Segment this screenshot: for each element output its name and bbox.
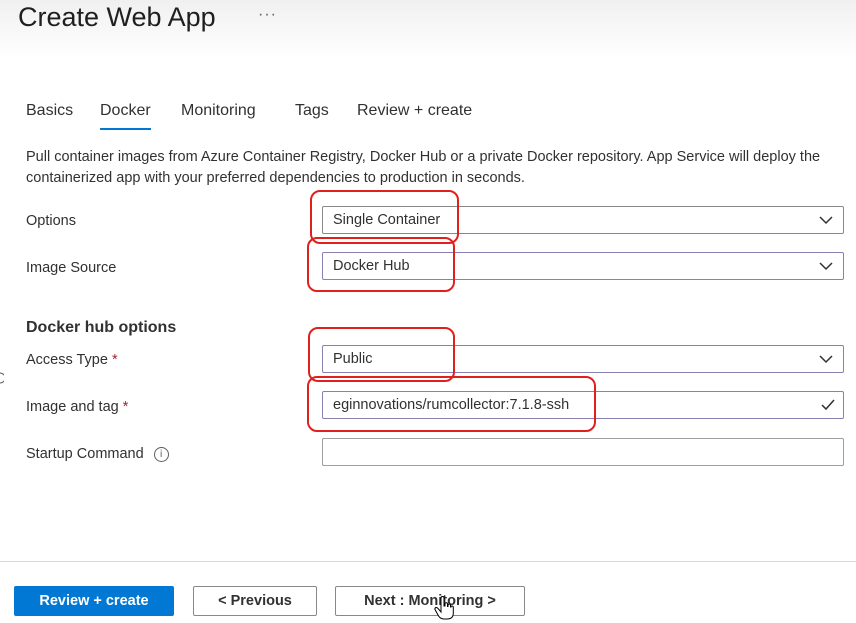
image-source-value: Docker Hub — [333, 258, 410, 274]
docker-hub-options-heading: Docker hub options — [26, 319, 177, 336]
next-monitoring-button[interactable]: Next : Monitoring > — [335, 586, 525, 616]
startup-command-input[interactable] — [322, 438, 844, 466]
chevron-down-icon — [819, 355, 833, 364]
page-title: Create Web App — [18, 2, 216, 32]
startup-command-label: Startup Command i — [26, 444, 169, 464]
review-create-button[interactable]: Review + create — [14, 586, 174, 616]
access-type-value: Public — [333, 351, 373, 367]
image-and-tag-label: Image and tag * — [26, 397, 128, 417]
previous-button[interactable]: < Previous — [193, 586, 317, 616]
tab-description: Pull container images from Azure Contain… — [26, 149, 821, 186]
tab-monitoring[interactable]: Monitoring — [181, 100, 256, 122]
tab-review-create[interactable]: Review + create — [357, 100, 472, 122]
required-mark: * — [122, 399, 129, 415]
access-type-dropdown[interactable]: Public — [322, 345, 844, 373]
image-source-label: Image Source — [26, 260, 117, 276]
access-type-label: Access Type * — [26, 350, 118, 370]
image-and-tag-value: eginnovations/rumcollector:7.1.8-ssh — [333, 397, 570, 413]
options-dropdown[interactable]: Single Container — [322, 206, 844, 234]
access-type-label-text: Access Type — [26, 352, 108, 368]
footer-bar: Review + create < Previous Next : Monito… — [0, 561, 856, 623]
chevron-down-icon — [819, 262, 833, 271]
image-and-tag-input[interactable]: eginnovations/rumcollector:7.1.8-ssh — [322, 391, 844, 419]
image-and-tag-label-text: Image and tag — [26, 399, 119, 415]
hand-cursor-icon — [434, 596, 454, 620]
options-value: Single Container — [333, 212, 441, 228]
more-icon[interactable]: ··· — [258, 6, 277, 24]
tab-docker[interactable]: Docker — [100, 100, 151, 130]
tab-tags[interactable]: Tags — [295, 100, 329, 122]
tab-bar: Basics Docker Monitoring Tags Review + c… — [0, 100, 856, 132]
image-source-dropdown[interactable]: Docker Hub — [322, 252, 844, 280]
info-icon[interactable]: i — [153, 447, 169, 462]
chevron-down-icon — [819, 216, 833, 225]
tab-basics[interactable]: Basics — [26, 100, 73, 122]
edge-fragment-icon — [0, 372, 4, 384]
checkmark-icon — [821, 399, 835, 411]
startup-command-label-text: Startup Command — [26, 446, 144, 462]
options-label: Options — [26, 213, 76, 229]
required-mark: * — [111, 352, 118, 368]
page-header: Create Web App ··· — [0, 0, 856, 58]
